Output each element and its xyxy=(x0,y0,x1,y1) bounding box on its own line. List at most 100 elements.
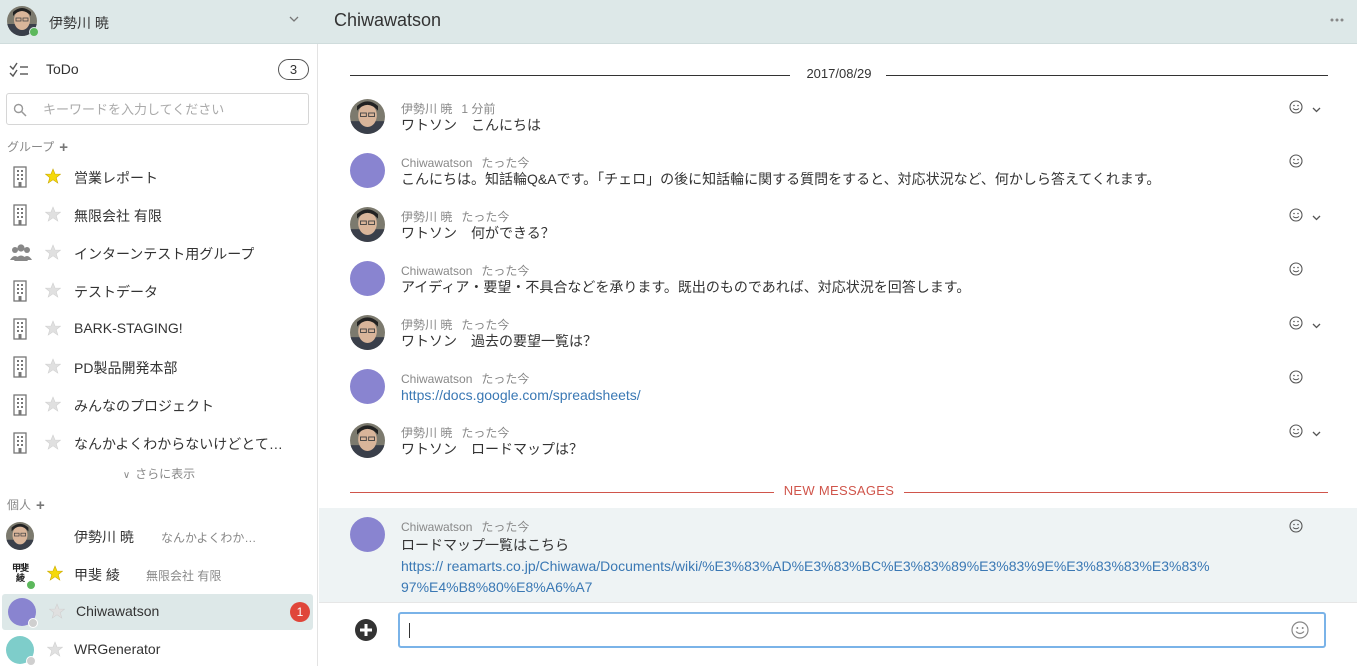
todo-count-badge: 3 xyxy=(278,59,309,80)
star-icon[interactable] xyxy=(46,641,64,657)
avatar[interactable] xyxy=(350,315,385,350)
message-link-line-2[interactable]: 97%E4%B8%80%E8%A6%A7 xyxy=(401,577,592,598)
star-icon[interactable] xyxy=(44,358,62,374)
new-messages-divider: NEW MESSAGES xyxy=(350,483,1328,501)
group-label: 営業レポート xyxy=(74,170,158,186)
avatar[interactable] xyxy=(350,207,385,242)
star-icon[interactable] xyxy=(44,244,62,260)
group-item[interactable]: インターンテスト用グループ xyxy=(0,235,318,271)
search-input[interactable] xyxy=(43,98,303,120)
todo-item[interactable]: ToDo 3 xyxy=(0,56,318,82)
date-divider-label: 2017/08/29 xyxy=(796,66,882,81)
star-icon[interactable] xyxy=(44,396,62,412)
star-icon[interactable] xyxy=(48,603,66,619)
composer xyxy=(319,602,1357,666)
chevron-down-icon[interactable] xyxy=(1311,318,1322,329)
message-author[interactable]: 伊勢川 暁 xyxy=(401,318,452,332)
dm-item[interactable]: Chiwawatson 1 xyxy=(2,594,313,630)
group-label: みんなのプロジェクト xyxy=(74,398,214,414)
chevron-down-icon: ∨ xyxy=(122,470,131,481)
message-author[interactable]: 伊勢川 暁 xyxy=(401,102,452,116)
dm-name: Chiwawatson xyxy=(76,603,160,619)
emoji-reaction-icon[interactable] xyxy=(1289,262,1303,276)
avatar[interactable] xyxy=(350,153,385,188)
avatar[interactable] xyxy=(350,261,385,296)
new-messages-label: NEW MESSAGES xyxy=(773,483,905,498)
chevron-down-icon[interactable] xyxy=(1311,102,1322,113)
message-link[interactable]: https:// reamarts.co.jp/Chiwawa/Document… xyxy=(401,558,1210,574)
message-text: こんにちは。知話輪Q&Aです。「チェロ」の後に知話輪に関する質問をすると、対応状… xyxy=(401,171,1161,187)
message-text[interactable]: https://docs.google.com/spreadsheets/ xyxy=(401,385,641,406)
emoji-reaction-icon[interactable] xyxy=(1289,208,1303,222)
dm-item[interactable]: 伊勢川 暁 なんかよくわか… xyxy=(0,518,318,554)
search-box[interactable] xyxy=(6,93,309,125)
add-group-plus-icon[interactable]: + xyxy=(59,139,68,156)
groups-section-title: グループ xyxy=(7,140,55,154)
message-time: たった今 xyxy=(461,210,510,224)
dm-item[interactable]: WRGenerator xyxy=(0,632,318,666)
emoji-reaction-icon[interactable] xyxy=(1289,424,1303,438)
star-filled-icon[interactable] xyxy=(46,565,64,581)
user-switcher[interactable]: 伊勢川 暁 xyxy=(0,0,318,44)
avatar[interactable] xyxy=(350,517,385,552)
plus-circle-icon[interactable] xyxy=(354,618,378,642)
message-link[interactable]: https://docs.google.com/spreadsheets/ xyxy=(401,387,641,403)
chevron-down-icon[interactable] xyxy=(1311,210,1322,221)
group-item[interactable]: 営業レポート xyxy=(0,159,318,195)
search-icon xyxy=(13,103,27,117)
message-time: たった今 xyxy=(481,520,530,534)
dm-item[interactable]: 甲斐綾甲斐 綾無限会社 有限 xyxy=(0,556,318,592)
emoji-reaction-icon[interactable] xyxy=(1289,519,1303,533)
star-filled-icon[interactable] xyxy=(44,168,62,184)
room-title: Chiwawatson xyxy=(334,10,442,30)
star-icon[interactable] xyxy=(44,434,62,450)
star-icon[interactable] xyxy=(44,320,62,336)
message-link[interactable]: 97%E4%B8%80%E8%A6%A7 xyxy=(401,579,592,595)
show-more-label: さらに表示 xyxy=(135,467,196,481)
personal-section-title: 個人 xyxy=(7,498,32,512)
group-label: 無限会社 有限 xyxy=(74,208,162,224)
message-item: Chiwawatson たった今 アイディア・要望・不具合などを承ります。既出のもの… xyxy=(319,259,1357,313)
group-item[interactable]: PD製品開発本部 xyxy=(0,349,318,385)
group-item[interactable]: 無限会社 有限 xyxy=(0,197,318,233)
avatar[interactable] xyxy=(350,423,385,458)
group-item[interactable]: テストデータ xyxy=(0,273,318,309)
emoji-reaction-icon[interactable] xyxy=(1289,370,1303,384)
message-time: たった今 xyxy=(461,426,510,440)
message-item: Chiwawatson たった今 https://docs.google.com/s… xyxy=(319,367,1357,421)
show-more-link[interactable]: ∨ さらに表示 xyxy=(0,465,318,482)
avatar[interactable] xyxy=(6,522,34,550)
message-text: ワトソン こんにちは xyxy=(401,117,541,133)
group-item[interactable]: なんかよくわからないけどとて… xyxy=(0,425,318,461)
group-item[interactable]: BARK-STAGING! xyxy=(0,311,318,347)
message-time: 1 分前 xyxy=(461,102,496,116)
message-author[interactable]: Chiwawatson xyxy=(401,156,472,170)
star-icon[interactable] xyxy=(44,282,62,298)
message-author[interactable]: 伊勢川 暁 xyxy=(401,426,452,440)
message-input[interactable] xyxy=(398,612,1326,648)
group-label: PD製品開発本部 xyxy=(74,360,178,376)
chevron-down-icon[interactable] xyxy=(288,13,300,25)
message-link-line-1[interactable]: https:// reamarts.co.jp/Chiwawa/Document… xyxy=(401,556,1210,577)
todo-label: ToDo xyxy=(46,61,79,77)
emoji-reaction-icon[interactable] xyxy=(1289,100,1303,114)
message-author[interactable]: Chiwawatson xyxy=(401,520,472,534)
status-dot xyxy=(28,618,38,628)
message-author[interactable]: 伊勢川 暁 xyxy=(401,210,452,224)
add-personal-plus-icon[interactable]: + xyxy=(36,497,45,514)
group-item[interactable]: みんなのプロジェクト xyxy=(0,387,318,423)
message-item: 伊勢川 暁たった今 ワトソン 過去の要望一覧は？ xyxy=(319,313,1357,367)
dm-name: 伊勢川 暁 xyxy=(74,529,134,545)
emoji-icon[interactable] xyxy=(1291,621,1309,639)
message-author[interactable]: Chiwawatson xyxy=(401,264,472,278)
emoji-reaction-icon[interactable] xyxy=(1289,154,1303,168)
emoji-reaction-icon[interactable] xyxy=(1289,316,1303,330)
more-options-icon[interactable] xyxy=(1329,14,1345,26)
avatar[interactable] xyxy=(350,99,385,134)
avatar[interactable] xyxy=(350,369,385,404)
group-label: インターンテスト用グループ xyxy=(74,246,255,262)
message-text: ワトソン 何ができる？ xyxy=(401,225,555,241)
star-icon[interactable] xyxy=(44,206,62,222)
message-author[interactable]: Chiwawatson xyxy=(401,372,472,386)
chevron-down-icon[interactable] xyxy=(1311,426,1322,437)
